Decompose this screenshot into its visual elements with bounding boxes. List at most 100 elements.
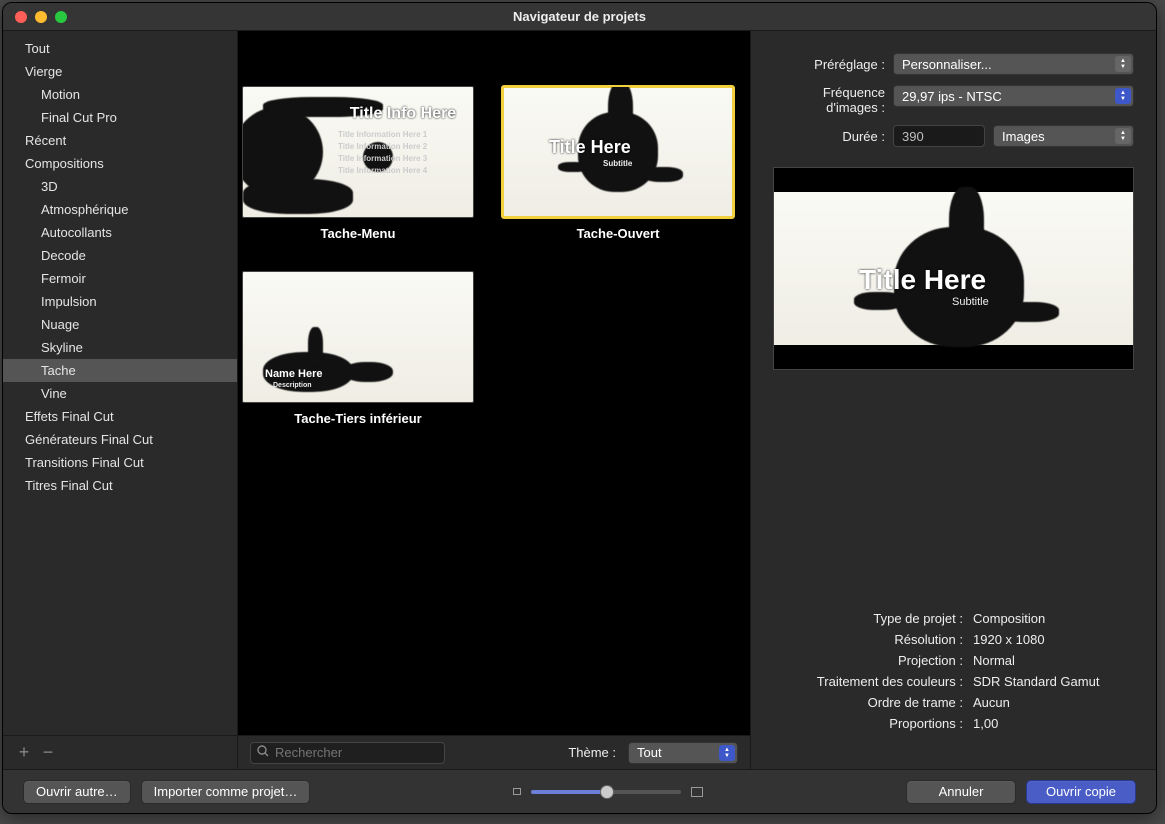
minimize-icon[interactable] bbox=[35, 11, 47, 23]
remove-button[interactable]: − bbox=[37, 743, 59, 763]
meta-value: 1,00 bbox=[973, 716, 998, 731]
preset-label: Préréglage : bbox=[773, 57, 893, 72]
slider-thumb[interactable] bbox=[600, 785, 614, 799]
sidebar-item[interactable]: Impulsion bbox=[3, 290, 237, 313]
browser-pane: Title Info HereTitle Information Here 1T… bbox=[238, 31, 751, 769]
preset-value: Personnaliser... bbox=[902, 57, 992, 72]
sidebar-item[interactable]: Fermoir bbox=[3, 267, 237, 290]
meta-value: Aucun bbox=[973, 695, 1010, 710]
thumbnail-image: Title Info HereTitle Information Here 1T… bbox=[242, 86, 474, 218]
open-other-button[interactable]: Ouvrir autre… bbox=[23, 780, 131, 804]
sidebar-item[interactable]: 3D bbox=[3, 175, 237, 198]
window-controls bbox=[3, 11, 67, 23]
thumbnail-label: Tache-Menu bbox=[242, 226, 474, 241]
sidebar: ToutViergeMotionFinal Cut ProRécentCompo… bbox=[3, 31, 238, 769]
add-button[interactable]: + bbox=[13, 743, 35, 763]
sidebar-item[interactable]: Récent bbox=[3, 129, 237, 152]
sidebar-item[interactable]: Final Cut Pro bbox=[3, 106, 237, 129]
theme-select[interactable]: Tout ▲▼ bbox=[628, 742, 738, 764]
meta-label: Type de projet : bbox=[773, 611, 973, 626]
preview-subtitle: Subtitle bbox=[952, 296, 989, 308]
close-icon[interactable] bbox=[15, 11, 27, 23]
chevron-updown-icon: ▲▼ bbox=[719, 745, 735, 761]
project-meta: Type de projet :CompositionRésolution :1… bbox=[773, 611, 1134, 737]
meta-row: Résolution :1920 x 1080 bbox=[773, 632, 1134, 647]
fps-row: Fréquence d'images : 29,97 ips - NTSC ▲▼ bbox=[773, 85, 1134, 115]
maximize-icon[interactable] bbox=[55, 11, 67, 23]
thumb-small-icon[interactable] bbox=[513, 788, 521, 795]
preview-thumbnail: Title Here Subtitle bbox=[773, 167, 1134, 370]
thumbnail-card[interactable]: Title Info HereTitle Information Here 1T… bbox=[242, 86, 474, 241]
zoom-slider-group bbox=[320, 787, 896, 797]
chevron-updown-icon: ▲▼ bbox=[1115, 88, 1131, 104]
thumbnail-label: Tache-Tiers inférieur bbox=[242, 411, 474, 426]
project-browser-window: Navigateur de projets ToutViergeMotionFi… bbox=[2, 2, 1157, 814]
meta-label: Ordre de trame : bbox=[773, 695, 973, 710]
theme-select-value: Tout bbox=[637, 745, 662, 760]
sidebar-item[interactable]: Tache bbox=[3, 359, 237, 382]
inspector-pane: Préréglage : Personnaliser... ▲▼ Fréquen… bbox=[751, 31, 1156, 769]
sidebar-item[interactable]: Tout bbox=[3, 37, 237, 60]
preset-select[interactable]: Personnaliser... ▲▼ bbox=[893, 53, 1134, 75]
thumbnail-image: Title HereSubtitle bbox=[502, 86, 734, 218]
sidebar-item[interactable]: Effets Final Cut bbox=[3, 405, 237, 428]
preset-row: Préréglage : Personnaliser... ▲▼ bbox=[773, 53, 1134, 75]
thumb-large-icon[interactable] bbox=[691, 787, 703, 797]
chevron-updown-icon: ▲▼ bbox=[1115, 128, 1131, 144]
duration-input[interactable]: 390 bbox=[893, 125, 985, 147]
search-input[interactable] bbox=[250, 742, 445, 764]
sidebar-item[interactable]: Atmosphérique bbox=[3, 198, 237, 221]
window-title: Navigateur de projets bbox=[3, 9, 1156, 24]
thumbnail-image: Name HereDescription bbox=[242, 271, 474, 403]
meta-label: Traitement des couleurs : bbox=[773, 674, 973, 689]
meta-value: 1920 x 1080 bbox=[973, 632, 1045, 647]
duration-row: Durée : 390 Images ▲▼ bbox=[773, 125, 1134, 147]
sidebar-item[interactable]: Compositions bbox=[3, 152, 237, 175]
sidebar-item[interactable]: Motion bbox=[3, 83, 237, 106]
thumbnail-label: Tache-Ouvert bbox=[502, 226, 734, 241]
meta-row: Traitement des couleurs :SDR Standard Ga… bbox=[773, 674, 1134, 689]
category-tree: ToutViergeMotionFinal Cut ProRécentCompo… bbox=[3, 31, 237, 735]
fps-label: Fréquence d'images : bbox=[773, 85, 893, 115]
browser-footer: Thème : Tout ▲▼ bbox=[238, 735, 750, 769]
search-icon bbox=[257, 745, 269, 760]
duration-value: 390 bbox=[902, 129, 924, 144]
preview-title: Title Here bbox=[859, 264, 986, 296]
meta-row: Proportions :1,00 bbox=[773, 716, 1134, 731]
fps-value: 29,97 ips - NTSC bbox=[902, 89, 1002, 104]
sidebar-item[interactable]: Autocollants bbox=[3, 221, 237, 244]
meta-label: Projection : bbox=[773, 653, 973, 668]
meta-value: Composition bbox=[973, 611, 1045, 626]
meta-value: Normal bbox=[973, 653, 1015, 668]
sidebar-item[interactable]: Transitions Final Cut bbox=[3, 451, 237, 474]
meta-label: Proportions : bbox=[773, 716, 973, 731]
sidebar-item[interactable]: Nuage bbox=[3, 313, 237, 336]
sidebar-item[interactable]: Vierge bbox=[3, 60, 237, 83]
search-field[interactable] bbox=[275, 745, 451, 760]
duration-unit-select[interactable]: Images ▲▼ bbox=[993, 125, 1134, 147]
thumbnail-card[interactable]: Name HereDescription Tache-Tiers inférieu… bbox=[242, 271, 474, 426]
meta-row: Ordre de trame :Aucun bbox=[773, 695, 1134, 710]
titlebar: Navigateur de projets bbox=[3, 3, 1156, 31]
import-project-button[interactable]: Importer comme projet… bbox=[141, 780, 311, 804]
theme-label: Thème : bbox=[568, 745, 616, 760]
cancel-button[interactable]: Annuler bbox=[906, 780, 1016, 804]
sidebar-item[interactable]: Decode bbox=[3, 244, 237, 267]
zoom-slider[interactable] bbox=[531, 790, 681, 794]
sidebar-item[interactable]: Vine bbox=[3, 382, 237, 405]
sidebar-item[interactable]: Titres Final Cut bbox=[3, 474, 237, 497]
bottom-bar: Ouvrir autre… Importer comme projet… Ann… bbox=[3, 769, 1156, 813]
open-copy-button[interactable]: Ouvrir copie bbox=[1026, 780, 1136, 804]
meta-row: Projection :Normal bbox=[773, 653, 1134, 668]
thumbnail-card[interactable]: Title HereSubtitle Tache-Ouvert bbox=[502, 86, 734, 241]
chevron-updown-icon: ▲▼ bbox=[1115, 56, 1131, 72]
fps-select[interactable]: 29,97 ips - NTSC ▲▼ bbox=[893, 85, 1134, 107]
meta-value: SDR Standard Gamut bbox=[973, 674, 1099, 689]
meta-label: Résolution : bbox=[773, 632, 973, 647]
sidebar-footer: + − bbox=[3, 735, 237, 769]
sidebar-item[interactable]: Générateurs Final Cut bbox=[3, 428, 237, 451]
duration-unit: Images bbox=[1002, 129, 1045, 144]
duration-label: Durée : bbox=[773, 129, 893, 144]
thumbnail-grid: Title Info HereTitle Information Here 1T… bbox=[238, 31, 750, 735]
sidebar-item[interactable]: Skyline bbox=[3, 336, 237, 359]
